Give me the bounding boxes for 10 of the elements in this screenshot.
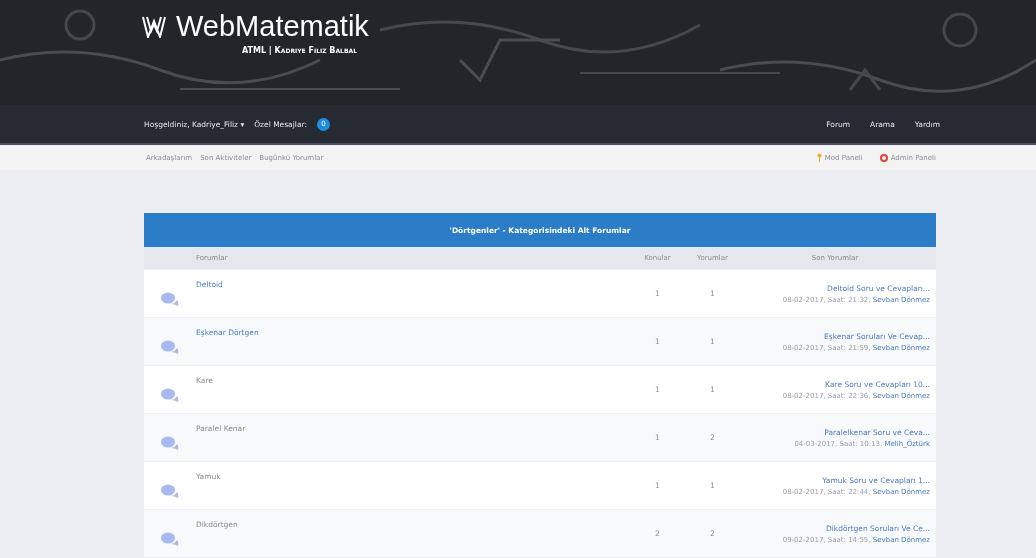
speech-bubbles-icon (161, 291, 179, 306)
site-subtitle: ATML | Kadriye Filiz Balbal (242, 46, 358, 55)
key-icon (816, 153, 822, 162)
speech-bubbles-icon (161, 531, 179, 546)
speech-bubbles-icon (161, 387, 179, 402)
speech-bubbles-icon (161, 483, 179, 498)
speech-bubbles-icon (161, 339, 179, 354)
logo-icon (142, 15, 166, 38)
speech-bubbles-icon (161, 435, 179, 450)
site-title[interactable]: WebMatematik (176, 10, 369, 43)
